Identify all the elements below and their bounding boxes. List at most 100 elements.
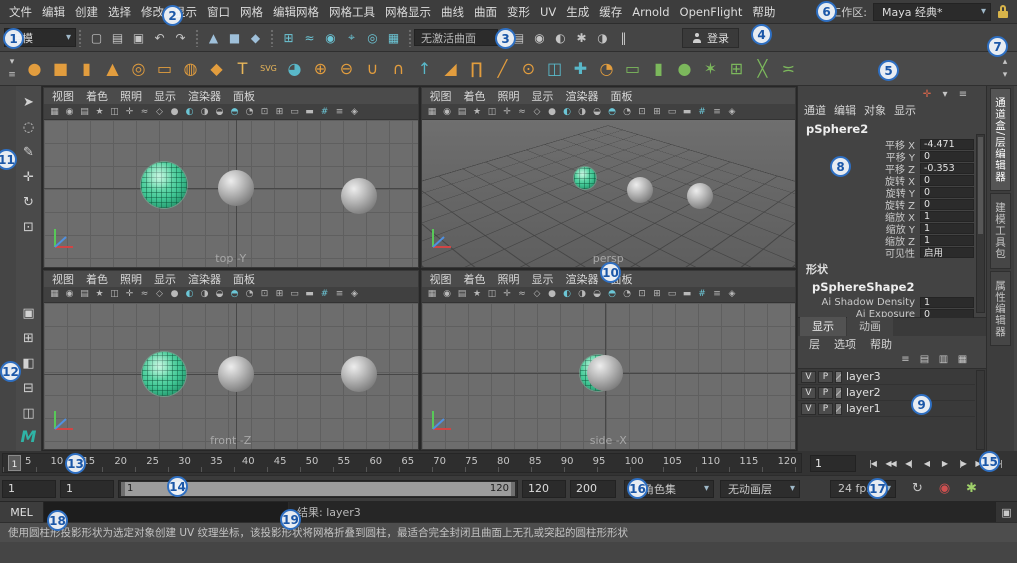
motion-blur-icon[interactable]: ◔ bbox=[620, 287, 635, 301]
image-plane-icon[interactable]: ◫ bbox=[485, 287, 500, 301]
viewport-persp[interactable]: 视图 着色 照明 显示 渲染器 面板 ▦ ◉ ▤ ★ ◫ ✛ ≈ ◇ ● ◐ ◑ ◒ ◓ ◔ ⊡ ⊞ ▭ ▬ # ≡ ◈ pers… bbox=[420, 87, 796, 268]
sphere-object[interactable] bbox=[626, 177, 653, 203]
channel-value-field[interactable]: 0 bbox=[920, 174, 974, 186]
shadows-icon[interactable]: ◒ bbox=[590, 287, 605, 301]
quad-draw-icon[interactable]: ✚ bbox=[568, 56, 593, 82]
screen-space-ao-icon[interactable]: ◓ bbox=[227, 287, 242, 301]
channel-stats-icon[interactable]: ▾ bbox=[938, 88, 952, 101]
anim-layer-dropdown[interactable]: 无动画层 ▾ bbox=[720, 479, 800, 498]
hud-icon[interactable]: ≡ bbox=[332, 287, 347, 301]
viewport-menu-item[interactable]: 着色 bbox=[80, 88, 114, 104]
current-time-marker[interactable]: 1 bbox=[8, 455, 21, 471]
gate-mask-icon[interactable]: ▬ bbox=[680, 105, 695, 119]
outliner-pane-layout-button[interactable]: ◫ bbox=[18, 402, 40, 424]
menu-item[interactable]: 生成 bbox=[561, 4, 594, 20]
open-scene-icon[interactable]: ▤ bbox=[108, 28, 127, 47]
viewport-menu-item[interactable]: 面板 bbox=[227, 271, 261, 287]
menu-item[interactable]: 编辑 bbox=[37, 4, 70, 20]
layer-editor-menu-item[interactable]: 帮助 bbox=[863, 336, 899, 352]
menu-item[interactable]: 网格 bbox=[235, 4, 268, 20]
use-all-lights-icon[interactable]: ◑ bbox=[575, 287, 590, 301]
two-d-pan-zoom-icon[interactable]: ✛ bbox=[500, 287, 515, 301]
poly-platonic-icon[interactable]: ◆ bbox=[204, 56, 229, 82]
redo-icon[interactable]: ↷ bbox=[171, 28, 190, 47]
grid-display-icon[interactable]: # bbox=[695, 287, 710, 301]
sew-uv-edges-icon[interactable]: ≍ bbox=[776, 56, 801, 82]
layer-sort-icon[interactable]: ≡ bbox=[898, 353, 913, 367]
textured-display-icon[interactable]: ◐ bbox=[560, 287, 575, 301]
smooth-shade-icon[interactable]: ● bbox=[167, 105, 182, 119]
viewport-menu-item[interactable]: 显示 bbox=[526, 271, 560, 287]
menu-item[interactable]: 编辑网格 bbox=[268, 4, 324, 20]
oversampling-icon[interactable]: ≈ bbox=[515, 287, 530, 301]
layer-row[interactable]: V P layer3 bbox=[798, 369, 975, 385]
lock-camera-icon[interactable]: ◉ bbox=[440, 105, 455, 119]
textured-display-icon[interactable]: ◐ bbox=[182, 287, 197, 301]
animation-preferences-icon[interactable]: ✱ bbox=[962, 479, 981, 498]
menu-item[interactable]: 选择 bbox=[103, 4, 136, 20]
channel-value-field[interactable]: -4.471 bbox=[920, 138, 974, 150]
command-mode-toggle[interactable]: MEL bbox=[0, 502, 44, 522]
hud-icon[interactable]: ≡ bbox=[710, 287, 725, 301]
poly-text-icon[interactable]: T bbox=[230, 56, 255, 82]
bookmarks-icon[interactable]: ★ bbox=[470, 287, 485, 301]
playback-start-field[interactable]: 1 bbox=[60, 479, 114, 498]
menu-item[interactable]: 文件 bbox=[4, 4, 37, 20]
layer-color-swatch[interactable] bbox=[835, 370, 842, 383]
viewport-menu-item[interactable]: 着色 bbox=[458, 88, 492, 104]
poly-cylinder-icon[interactable]: ▮ bbox=[74, 56, 99, 82]
lock-icon[interactable] bbox=[997, 4, 1009, 19]
layer-playback-toggle[interactable]: P bbox=[818, 402, 833, 415]
isolate-select-icon[interactable]: ⊡ bbox=[635, 105, 650, 119]
menu-item[interactable]: Arnold bbox=[627, 5, 674, 19]
viewport-menu-item[interactable]: 着色 bbox=[458, 271, 492, 287]
textured-display-icon[interactable]: ◐ bbox=[182, 105, 197, 119]
menu-item[interactable]: 缓存 bbox=[594, 4, 627, 20]
channel-value-field[interactable]: 1 bbox=[920, 210, 974, 222]
layer-name[interactable]: layer1 bbox=[844, 402, 881, 415]
hud-icon[interactable]: ≡ bbox=[710, 105, 725, 119]
go-to-start-button[interactable]: |◀ bbox=[864, 455, 881, 471]
svg-icon[interactable]: SVG bbox=[256, 56, 281, 82]
time-slider-track[interactable]: 1 5 10 15 20 25 30 35 40 45 50 55 60 65 70 75 80 85 90 95 1… bbox=[2, 453, 802, 473]
textured-display-icon[interactable]: ◐ bbox=[560, 105, 575, 119]
sidebar-tab[interactable]: 通道盒/层编辑器 bbox=[990, 88, 1011, 192]
ipr-render-icon[interactable]: ◐ bbox=[551, 28, 570, 47]
viewport-menu-item[interactable]: 面板 bbox=[227, 88, 261, 104]
sidebar-tab[interactable]: 属性编辑器 bbox=[990, 270, 1011, 347]
animation-start-field[interactable]: 1 bbox=[2, 479, 56, 498]
channel-value-field[interactable]: 1 bbox=[920, 234, 974, 246]
layer-row[interactable]: V P layer1 bbox=[798, 401, 975, 417]
resolution-gate-icon[interactable]: ▭ bbox=[287, 287, 302, 301]
viewport-menu-item[interactable]: 视图 bbox=[46, 271, 80, 287]
combine-icon[interactable]: ⊕ bbox=[308, 56, 333, 82]
bookmarks-icon[interactable]: ★ bbox=[470, 105, 485, 119]
two-pane-stacked-layout-button[interactable]: ⊟ bbox=[18, 377, 40, 399]
grid-display-icon[interactable]: # bbox=[695, 105, 710, 119]
planar-mapping-icon[interactable]: ▭ bbox=[620, 56, 645, 82]
viewport-menu-item[interactable]: 视图 bbox=[46, 88, 80, 104]
animation-end-field[interactable]: 200 bbox=[570, 479, 616, 498]
shadows-icon[interactable]: ◒ bbox=[212, 105, 227, 119]
target-weld-icon[interactable]: ⊙ bbox=[516, 56, 541, 82]
save-scene-icon[interactable]: ▣ bbox=[129, 28, 148, 47]
shelf-menu-icon[interactable]: ≡ bbox=[6, 69, 18, 81]
layer-color-swatch[interactable] bbox=[835, 386, 842, 399]
channel-value-field[interactable]: 1 bbox=[920, 222, 974, 234]
channel-label[interactable]: 可见性 bbox=[798, 245, 920, 260]
select-camera-icon[interactable]: ▦ bbox=[425, 105, 440, 119]
wireframe-display-icon[interactable]: ◇ bbox=[152, 287, 167, 301]
sphere-object[interactable] bbox=[586, 354, 623, 391]
layer-visibility-toggle[interactable]: V bbox=[801, 402, 816, 415]
layer-color-swatch[interactable] bbox=[835, 402, 842, 415]
pause-viewport-icon[interactable]: ‖ bbox=[614, 28, 633, 47]
select-tool-icon[interactable]: ➤ bbox=[18, 91, 40, 113]
viewport-side[interactable]: 视图 着色 照明 显示 渲染器 面板 ▦ ◉ ▤ ★ ◫ ✛ ≈ ◇ ● ◐ ◑ ◒ ◓ ◔ ⊡ ⊞ ▭ ▬ # ≡ ◈ side… bbox=[420, 269, 796, 450]
shelf-scroll-up-icon[interactable]: ▴ bbox=[999, 56, 1011, 68]
render-settings-icon[interactable]: ✱ bbox=[572, 28, 591, 47]
playback-loop-icon[interactable]: ↻ bbox=[908, 479, 927, 498]
sidebar-tab[interactable]: 建模工具包 bbox=[990, 193, 1011, 269]
menu-item[interactable]: 网格工具 bbox=[324, 4, 380, 20]
viewport-top[interactable]: 视图 着色 照明 显示 渲染器 面板 ▦ ◉ ▤ ★ ◫ ✛ ≈ ◇ ● ◐ ◑ ◒ ◓ ◔ ⊡ ⊞ ▭ ▬ # ≡ ◈ top … bbox=[43, 87, 419, 268]
gate-mask-icon[interactable]: ▬ bbox=[302, 105, 317, 119]
